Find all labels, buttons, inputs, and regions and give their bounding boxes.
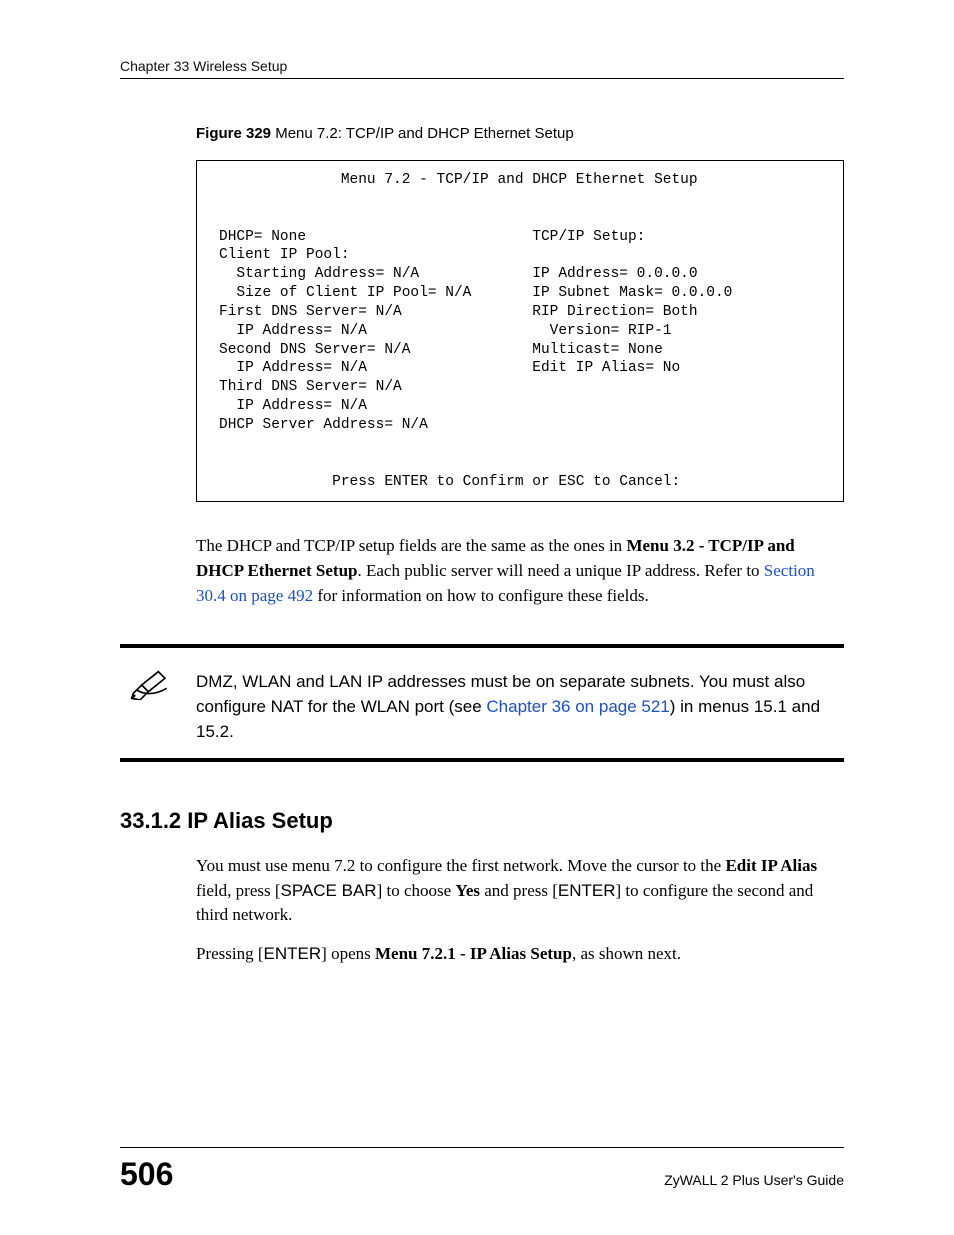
paragraph-ip-alias-instr2: Pressing [ENTER] opens Menu 7.2.1 - IP A… [196, 942, 844, 967]
key-enter-1: ENTER [558, 881, 616, 900]
section-heading-ip-alias: 33.1.2 IP Alias Setup [120, 808, 844, 834]
key-enter-2: ENTER [264, 944, 322, 963]
link-chapter-36[interactable]: Chapter 36 on page 521 [486, 697, 669, 716]
para1-mid: . Each public server will need a unique … [358, 561, 764, 580]
i2-t2: ] opens [321, 944, 375, 963]
i1-yes: Yes [455, 881, 480, 900]
note-icon [120, 670, 196, 707]
figure-caption: Figure 329 Menu 7.2: TCP/IP and DHCP Eth… [196, 125, 844, 142]
figure-label: Figure 329 [196, 125, 271, 142]
footer-rule [120, 1147, 844, 1148]
page-footer: 506 ZyWALL 2 Plus User's Guide [0, 1147, 954, 1193]
page-number: 506 [120, 1156, 173, 1193]
i2-t1: Pressing [ [196, 944, 264, 963]
para1-post: for information on how to configure thes… [313, 586, 649, 605]
header-rule [120, 78, 844, 79]
i2-menu721: Menu 7.2.1 - IP Alias Setup [375, 944, 572, 963]
terminal-figure: Menu 7.2 - TCP/IP and DHCP Ethernet Setu… [196, 160, 844, 502]
key-spacebar: SPACE BAR [281, 881, 377, 900]
running-header: Chapter 33 Wireless Setup [120, 58, 844, 74]
callout-bottom-rule [120, 758, 844, 762]
paragraph-ip-alias-instr1: You must use menu 7.2 to configure the f… [196, 854, 844, 928]
i1-t2: field, press [ [196, 881, 281, 900]
note-callout: DMZ, WLAN and LAN IP addresses must be o… [120, 644, 844, 762]
footer-guide-title: ZyWALL 2 Plus User's Guide [664, 1172, 844, 1188]
i1-edit-ip-alias: Edit IP Alias [725, 856, 817, 875]
i1-t4: and press [ [480, 881, 558, 900]
figure-caption-text: Menu 7.2: TCP/IP and DHCP Ethernet Setup [271, 125, 574, 142]
i1-t1: You must use menu 7.2 to configure the f… [196, 856, 725, 875]
callout-text: DMZ, WLAN and LAN IP addresses must be o… [196, 670, 844, 744]
paragraph-dhcp-tcpip: The DHCP and TCP/IP setup fields are the… [196, 534, 844, 608]
i2-t3: , as shown next. [572, 944, 681, 963]
section-title: IP Alias Setup [181, 808, 333, 833]
section-number: 33.1.2 [120, 808, 181, 833]
para1-pre: The DHCP and TCP/IP setup fields are the… [196, 536, 626, 555]
i1-t3: ] to choose [377, 881, 456, 900]
